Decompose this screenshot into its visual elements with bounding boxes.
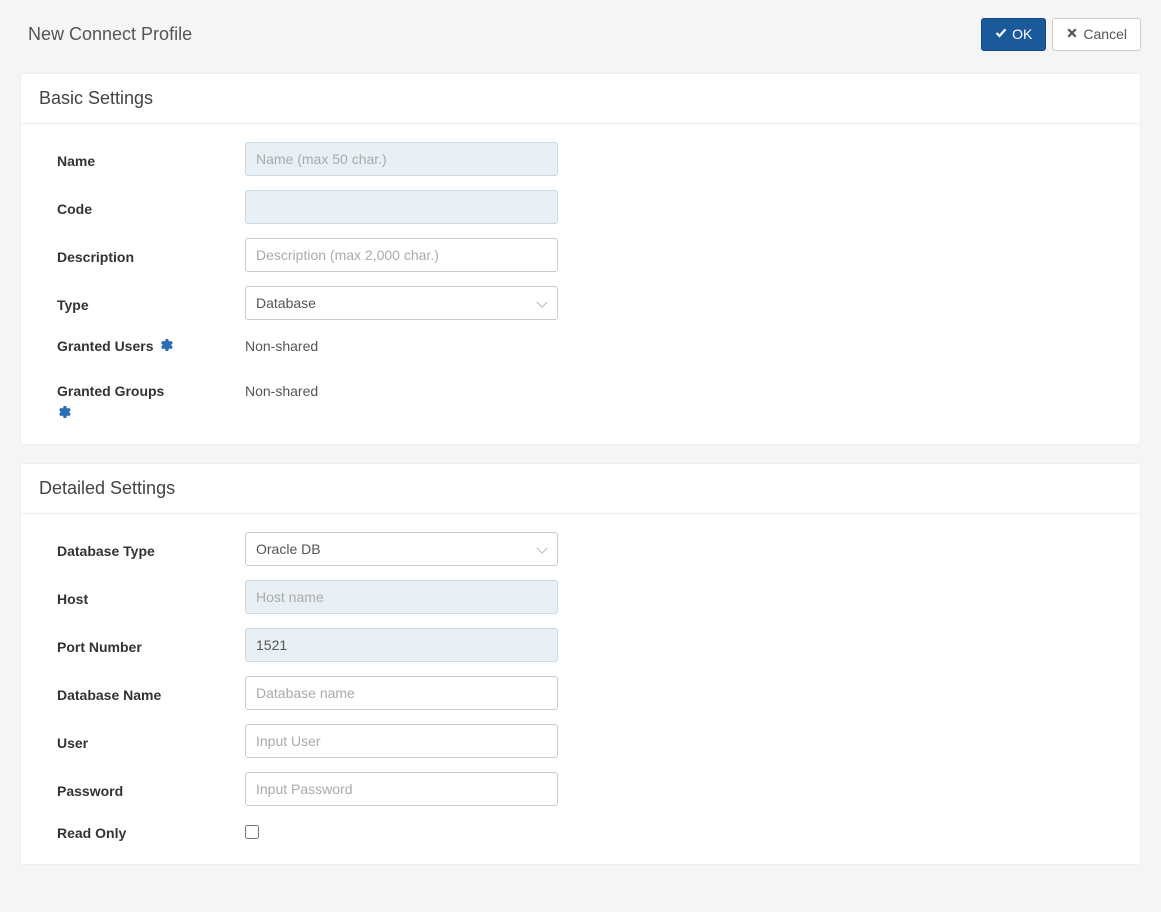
granted-groups-row: Granted Groups Non-shared	[57, 379, 1112, 422]
name-row: Name	[57, 142, 1112, 176]
header-buttons: OK Cancel	[981, 18, 1141, 51]
port-label: Port Number	[57, 635, 245, 655]
code-label: Code	[57, 197, 245, 217]
type-select[interactable]: Database	[245, 286, 558, 320]
user-input[interactable]	[245, 724, 558, 758]
check-icon	[995, 26, 1007, 43]
detailed-settings-panel: Detailed Settings Database Type Oracle D…	[20, 463, 1141, 865]
description-label: Description	[57, 245, 245, 265]
type-label: Type	[57, 293, 245, 313]
password-row: Password	[57, 772, 1112, 806]
dbname-row: Database Name	[57, 676, 1112, 710]
cancel-button-label: Cancel	[1083, 26, 1127, 43]
detailed-settings-body: Database Type Oracle DB Host Port Number…	[21, 514, 1140, 864]
header-bar: New Connect Profile OK Cancel	[0, 0, 1161, 63]
granted-groups-label-group: Granted Groups	[57, 379, 245, 422]
detailed-settings-title: Detailed Settings	[21, 464, 1140, 514]
name-label: Name	[57, 149, 245, 169]
cancel-button[interactable]: Cancel	[1052, 18, 1141, 51]
readonly-row: Read Only	[57, 820, 1112, 842]
code-input[interactable]	[245, 190, 558, 224]
description-input[interactable]	[245, 238, 558, 272]
basic-settings-panel: Basic Settings Name Code Description Typ…	[20, 73, 1141, 445]
granted-users-value: Non-shared	[245, 334, 318, 354]
page-title: New Connect Profile	[28, 24, 192, 45]
name-input[interactable]	[245, 142, 558, 176]
port-input[interactable]	[245, 628, 558, 662]
granted-groups-value: Non-shared	[245, 379, 318, 399]
db-type-select[interactable]: Oracle DB	[245, 532, 558, 566]
gear-icon[interactable]	[159, 338, 173, 355]
password-label: Password	[57, 779, 245, 799]
gear-icon[interactable]	[57, 405, 245, 422]
readonly-label: Read Only	[57, 821, 245, 841]
host-label: Host	[57, 587, 245, 607]
type-row: Type Database	[57, 286, 1112, 320]
db-type-label: Database Type	[57, 539, 245, 559]
basic-settings-title: Basic Settings	[21, 74, 1140, 124]
user-label: User	[57, 731, 245, 751]
host-row: Host	[57, 580, 1112, 614]
dbname-label: Database Name	[57, 683, 245, 703]
readonly-checkbox[interactable]	[245, 825, 259, 839]
port-row: Port Number	[57, 628, 1112, 662]
granted-users-label-group: Granted Users	[57, 334, 245, 355]
basic-settings-body: Name Code Description Type Database	[21, 124, 1140, 444]
code-row: Code	[57, 190, 1112, 224]
ok-button[interactable]: OK	[981, 18, 1046, 51]
granted-users-label: Granted Users	[57, 338, 153, 354]
host-input[interactable]	[245, 580, 558, 614]
ok-button-label: OK	[1012, 26, 1032, 43]
password-input[interactable]	[245, 772, 558, 806]
close-icon	[1066, 26, 1078, 43]
dbname-input[interactable]	[245, 676, 558, 710]
db-type-row: Database Type Oracle DB	[57, 532, 1112, 566]
granted-groups-label: Granted Groups	[57, 383, 164, 399]
description-row: Description	[57, 238, 1112, 272]
user-row: User	[57, 724, 1112, 758]
granted-users-row: Granted Users Non-shared	[57, 334, 1112, 355]
